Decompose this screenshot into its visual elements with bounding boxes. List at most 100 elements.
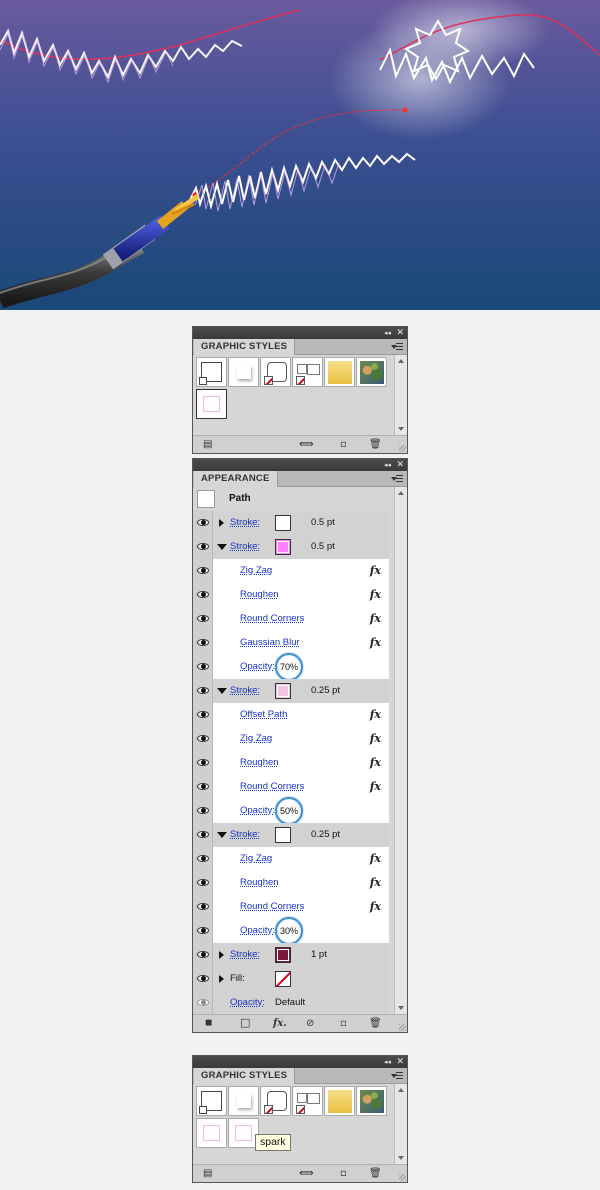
opacity-row[interactable]: Opacity: 50% — [193, 797, 389, 825]
appearance-stroke-row[interactable]: Stroke: 1 pt — [193, 943, 389, 967]
style-swatch-gold[interactable] — [324, 1086, 355, 1116]
collapse-icon[interactable]: ◂◂ — [384, 327, 391, 339]
effect-offset-path-row[interactable]: Offset Path fx — [193, 703, 389, 727]
trash-icon[interactable]: 🗑 — [369, 439, 382, 450]
trash-icon[interactable]: 🗑 — [369, 1168, 382, 1179]
visibility-eye-icon[interactable] — [197, 782, 209, 791]
close-icon[interactable]: ✕ — [396, 459, 404, 471]
visibility-eye-icon[interactable] — [197, 542, 209, 551]
new-style-icon[interactable]: ▫ — [340, 1168, 347, 1179]
disclosure-collapsed-icon[interactable] — [219, 975, 224, 983]
disclosure-collapsed-icon[interactable] — [219, 951, 224, 959]
stroke-color-swatch[interactable] — [275, 947, 291, 963]
opacity-link[interactable]: Opacity: — [240, 661, 275, 672]
opacity-row[interactable]: Opacity: 70% — [193, 653, 389, 681]
trash-icon[interactable]: 🗑 — [369, 1018, 382, 1029]
visibility-eye-icon[interactable] — [197, 662, 209, 671]
opacity-row[interactable]: Opacity: 30% — [193, 917, 389, 945]
stroke-weight[interactable]: 0.25 pt — [311, 685, 340, 696]
effect-link[interactable]: Roughen — [240, 757, 279, 768]
appearance-stroke-row[interactable]: Stroke: 0.25 pt — [193, 679, 389, 703]
panel-menu-icon[interactable] — [391, 474, 403, 484]
collapse-icon[interactable]: ◂◂ — [384, 1056, 391, 1068]
style-swatch-shadow[interactable] — [228, 1086, 259, 1116]
resize-grip-icon[interactable] — [399, 1174, 406, 1181]
visibility-eye-icon[interactable] — [197, 614, 209, 623]
stroke-weight[interactable]: 0.5 pt — [311, 517, 335, 528]
visibility-eye-icon[interactable] — [197, 878, 209, 887]
stroke-color-swatch[interactable] — [275, 515, 291, 531]
style-swatch-pink-outline[interactable] — [196, 1118, 227, 1148]
stroke-label[interactable]: Stroke: — [230, 517, 260, 528]
scrollbar[interactable] — [394, 1084, 407, 1164]
visibility-eye-icon[interactable] — [197, 854, 209, 863]
visibility-eye-icon[interactable] — [197, 590, 209, 599]
scrollbar[interactable] — [394, 487, 407, 1014]
stroke-weight[interactable]: 0.25 pt — [311, 829, 340, 840]
opacity-link[interactable]: Opacity: — [240, 925, 275, 936]
effect-round-corners-row[interactable]: Round Corners fx — [193, 895, 389, 919]
style-swatch-shadow[interactable] — [228, 357, 259, 387]
tab-graphic-styles[interactable]: GRAPHIC STYLES — [194, 339, 296, 355]
disclosure-collapsed-icon[interactable] — [219, 519, 224, 527]
add-fill-icon[interactable]: □ — [240, 1017, 250, 1028]
opacity-link[interactable]: Opacity: — [230, 997, 265, 1008]
visibility-eye-icon[interactable] — [197, 518, 209, 527]
effect-gaussian-blur-row[interactable]: Gaussian Blur fx — [193, 631, 389, 655]
clear-appearance-icon[interactable]: ⊘ — [306, 1018, 314, 1029]
style-libraries-icon[interactable]: ▤ — [203, 1168, 212, 1179]
scroll-down-icon[interactable] — [398, 1006, 404, 1010]
appearance-stroke-row[interactable]: Stroke: 0.5 pt — [193, 535, 389, 559]
stroke-label[interactable]: Stroke: — [230, 829, 260, 840]
opacity-link[interactable]: Opacity: — [240, 805, 275, 816]
close-icon[interactable]: ✕ — [396, 327, 404, 339]
style-swatch-default[interactable] — [196, 357, 227, 387]
panel-menu-icon[interactable] — [391, 1071, 403, 1081]
effect-link[interactable]: Round Corners — [240, 901, 304, 912]
visibility-eye-icon[interactable] — [197, 734, 209, 743]
effect-roughen-row[interactable]: Roughen fx — [193, 583, 389, 607]
style-swatch-double-none[interactable] — [292, 1086, 323, 1116]
visibility-eye-icon[interactable] — [197, 638, 209, 647]
effect-link[interactable]: Zig Zag — [240, 853, 272, 864]
panel-titlebar[interactable]: ◂◂ ✕ — [193, 327, 407, 339]
visibility-eye-icon[interactable] — [197, 710, 209, 719]
style-swatch-pink-outline[interactable] — [196, 389, 227, 419]
style-swatch-default[interactable] — [196, 1086, 227, 1116]
effect-zig-zag-row[interactable]: Zig Zag fx — [193, 727, 389, 751]
effect-roughen-row[interactable]: Roughen fx — [193, 871, 389, 895]
appearance-stroke-row[interactable]: Stroke: 0.5 pt — [193, 511, 389, 535]
stroke-label[interactable]: Stroke: — [230, 541, 260, 552]
appearance-fill-row[interactable]: Fill: — [193, 967, 389, 991]
effect-round-corners-row[interactable]: Round Corners fx — [193, 607, 389, 631]
visibility-eye-icon[interactable] — [197, 926, 209, 935]
visibility-eye-icon[interactable] — [197, 686, 209, 695]
appearance-stroke-row[interactable]: Stroke: 0.25 pt — [193, 823, 389, 847]
tab-appearance[interactable]: APPEARANCE — [194, 471, 278, 487]
tab-graphic-styles[interactable]: GRAPHIC STYLES — [194, 1068, 296, 1084]
scroll-up-icon[interactable] — [398, 359, 404, 363]
stroke-weight[interactable]: 0.5 pt — [311, 541, 335, 552]
stroke-label[interactable]: Stroke: — [230, 949, 260, 960]
visibility-eye-icon[interactable] — [197, 974, 209, 983]
effect-link[interactable]: Zig Zag — [240, 565, 272, 576]
effect-link[interactable]: Roughen — [240, 589, 279, 600]
stroke-weight[interactable]: 1 pt — [311, 949, 327, 960]
scrollbar[interactable] — [394, 355, 407, 435]
style-swatch-gold[interactable] — [324, 357, 355, 387]
new-style-icon[interactable]: ▫ — [340, 439, 347, 450]
duplicate-item-icon[interactable]: ▫ — [340, 1018, 347, 1029]
collapse-icon[interactable]: ◂◂ — [384, 459, 391, 471]
effect-link[interactable]: Gaussian Blur — [240, 637, 300, 648]
effect-link[interactable]: Offset Path — [240, 709, 287, 720]
style-swatch-rounded-none[interactable] — [260, 1086, 291, 1116]
effect-round-corners-row[interactable]: Round Corners fx — [193, 775, 389, 799]
stroke-color-swatch[interactable] — [275, 827, 291, 843]
stroke-color-swatch[interactable] — [275, 539, 291, 555]
break-link-icon[interactable]: ⇚⇛ — [299, 439, 314, 450]
add-effect-icon[interactable]: fx. — [273, 1018, 287, 1029]
effect-link[interactable]: Roughen — [240, 877, 279, 888]
style-swatch-texture[interactable] — [356, 1086, 387, 1116]
scroll-down-icon[interactable] — [398, 1156, 404, 1160]
panel-titlebar[interactable]: ◂◂ ✕ — [193, 1056, 407, 1068]
